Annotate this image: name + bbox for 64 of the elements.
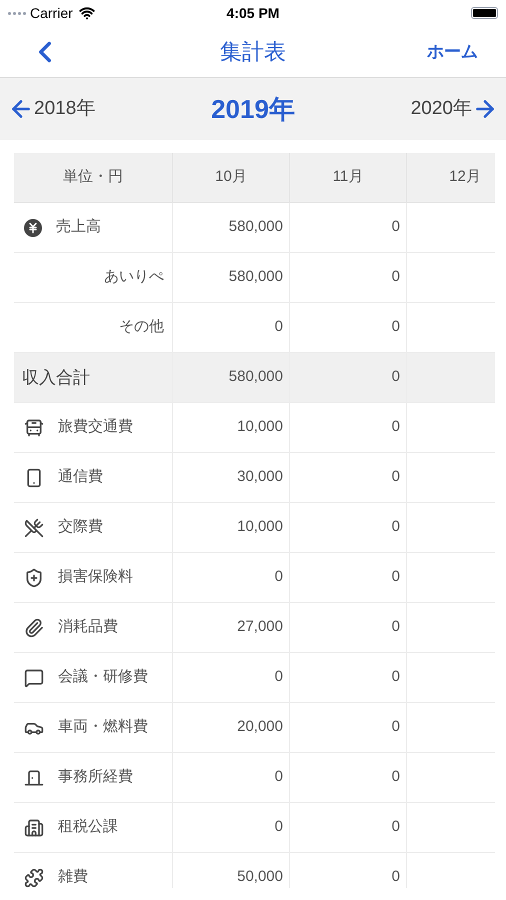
amount-cell-text: 0	[392, 417, 400, 438]
amount-cell-text: 0	[392, 767, 400, 788]
amount-cell-text: 50,000	[237, 867, 283, 888]
amount-cell-text: 580,000	[228, 367, 283, 388]
row-label: 通信費	[58, 467, 103, 488]
amount-cell-text: 580,000	[228, 217, 283, 238]
amount-cell-text: 0	[392, 467, 400, 488]
screen-title: 集計表	[220, 38, 286, 66]
row-label: 雑費	[58, 867, 88, 888]
amount-cell-text: 27,000	[237, 617, 283, 638]
amount-cell-text: 30,000	[237, 467, 283, 488]
row-label: その他	[119, 317, 164, 338]
wifi-icon	[78, 5, 95, 21]
column-header: 10月	[173, 153, 290, 202]
amount-cell-text: 0	[392, 567, 400, 588]
row-label: 損害保険料	[58, 567, 133, 588]
paperclip-icon	[24, 618, 44, 638]
yen-coin-icon	[24, 218, 42, 236]
amount-cell-text: 0	[392, 617, 400, 638]
amount-cell-text: 0	[392, 217, 400, 238]
row-label: 会議・研修費	[58, 667, 148, 688]
row-label: 事務所経費	[58, 767, 133, 788]
home-button[interactable]: ホーム	[427, 38, 478, 64]
amount-cell-text: 0	[392, 267, 400, 288]
row-label: あいりぺ	[104, 267, 164, 288]
amount-cell-text: 0	[392, 517, 400, 538]
row-label: 収入合計	[22, 366, 90, 389]
column-header: 12月	[407, 153, 495, 202]
amount-cell-text: 10,000	[237, 517, 283, 538]
carrier-label: Carrier	[30, 4, 73, 22]
puzzle-icon	[24, 868, 44, 888]
building-icon	[24, 818, 44, 838]
column-header: 11月	[290, 153, 407, 202]
column-header: 単位・円	[14, 153, 173, 202]
amount-cell-text: 20,000	[237, 717, 283, 738]
amount-cell-text: 0	[274, 767, 283, 788]
amount-cell-text: 0	[392, 717, 400, 738]
amount-cell-text: 0	[274, 567, 283, 588]
amount-cell-text: 10,000	[237, 417, 283, 438]
current-year: 2019年	[211, 92, 295, 126]
chat-icon	[24, 668, 44, 688]
amount-cell-text: 0	[392, 817, 400, 838]
amount-cell-text: 0	[392, 867, 400, 888]
door-icon	[24, 768, 44, 788]
amount-cell-text: 580,000	[228, 267, 283, 288]
amount-cell-text: 0	[274, 667, 283, 688]
shield-plus-icon	[24, 568, 44, 588]
row-label: 交際費	[58, 517, 103, 538]
amount-cell-text: 0	[274, 317, 283, 338]
row-label: 売上高	[56, 217, 101, 238]
amount-cell-text: 0	[274, 817, 283, 838]
previous-year-button[interactable]: 2018年	[8, 94, 96, 124]
row-label: 旅費交通費	[58, 417, 133, 438]
status-time: 4:05 PM	[226, 4, 280, 22]
row-label: 車両・燃料費	[58, 717, 148, 738]
bus-icon	[24, 418, 44, 438]
battery-icon	[471, 7, 498, 19]
amount-cell-text: 0	[392, 367, 400, 388]
signal-dots-icon	[8, 12, 26, 14]
row-label: 消耗品費	[58, 617, 118, 638]
amount-cell-text: 0	[392, 667, 400, 688]
amount-cell-text: 0	[392, 317, 400, 338]
row-label: 租税公課	[58, 817, 118, 838]
next-year-button[interactable]: 2020年	[410, 94, 498, 124]
